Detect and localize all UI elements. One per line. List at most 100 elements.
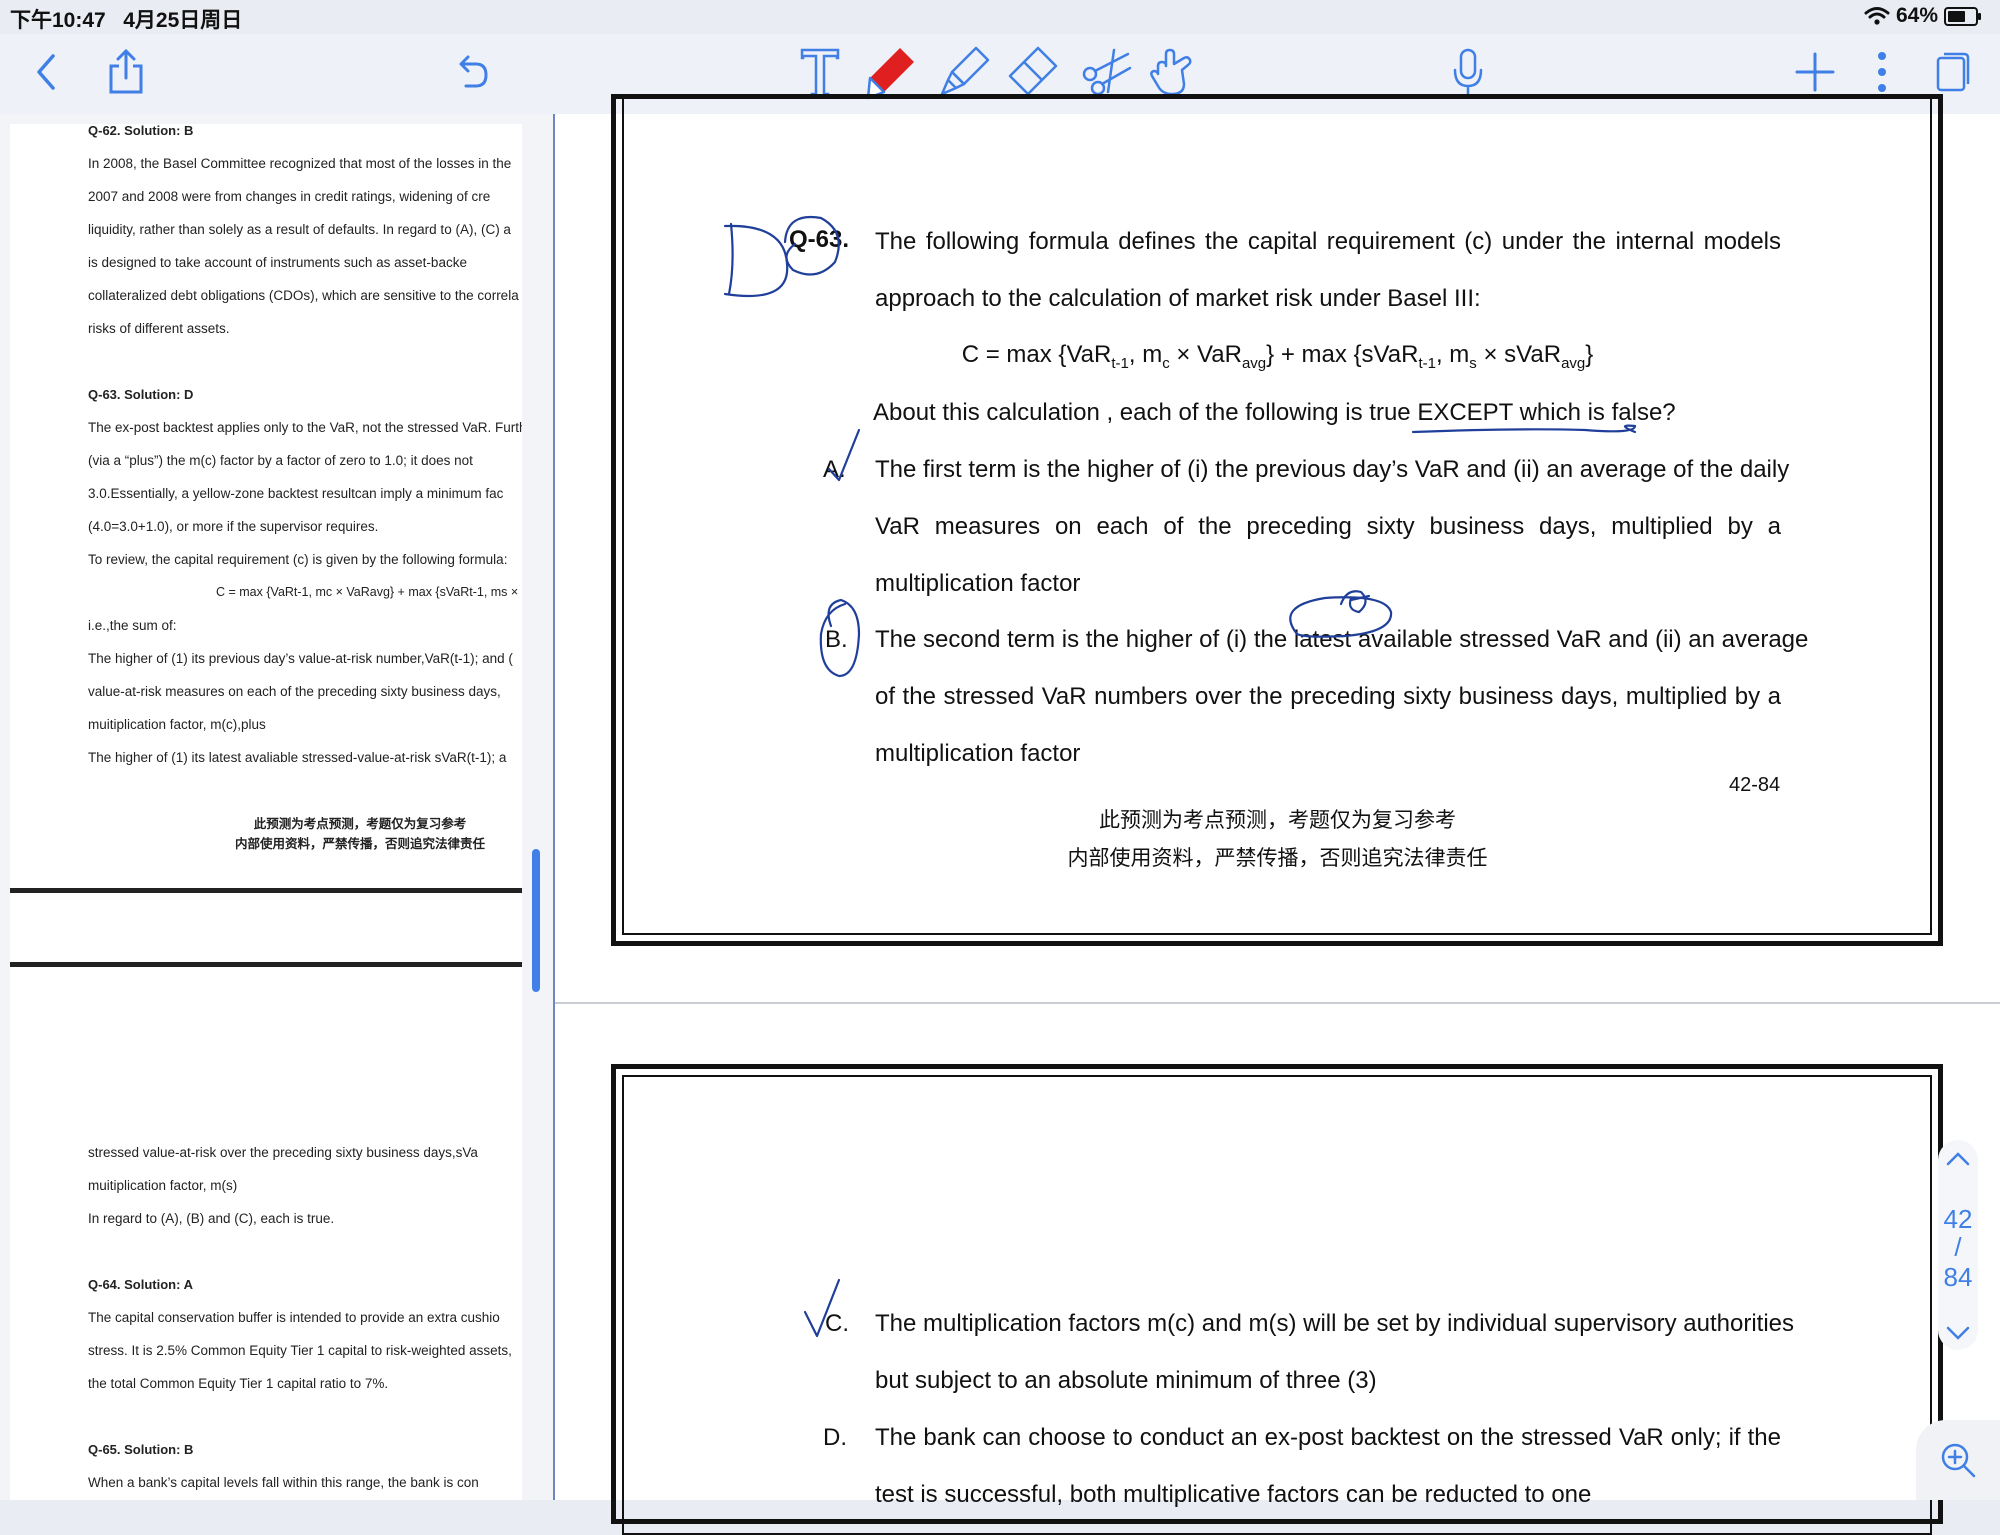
battery-icon — [1944, 6, 1981, 26]
formula-part: × VaR — [1169, 341, 1242, 368]
formula-part: , m — [1128, 341, 1163, 368]
highlighter-button[interactable] — [936, 44, 992, 100]
thumbnail-line: The capital conservation buffer is inten… — [88, 1310, 500, 1325]
option-d-line: The bank can choose to conduct an ex-pos… — [875, 1424, 1781, 1451]
share-button[interactable] — [98, 44, 154, 100]
formula-part: } + max {sVaR — [1266, 341, 1419, 368]
thumbnail-line: C = max {VaRt-1, mc × VaRavg} + max {sVa… — [216, 585, 522, 599]
question-stem-line: approach to the calculation of market ri… — [875, 285, 1481, 312]
status-time: 下午10:47 — [10, 9, 106, 32]
formula-sub: s — [1469, 354, 1477, 372]
thumbnail-gap — [88, 345, 522, 378]
footer-line: 内部使用资料，严禁传播，否则追究法律责任 — [1067, 847, 1488, 870]
hand-icon — [1150, 48, 1192, 96]
thumbnail-line: value-at-risk measures on each of the pr… — [88, 684, 501, 699]
thumbnail-line: The higher of (1) its latest avaliable s… — [88, 750, 507, 765]
microphone-icon — [1453, 48, 1483, 96]
thumbnail-heading: Q-65. Solution: B — [88, 1442, 194, 1457]
option-a-letter: A. — [823, 456, 846, 483]
microphone-button[interactable] — [1440, 44, 1496, 100]
thumbnail-gap — [88, 1400, 522, 1433]
highlighter-icon — [940, 46, 990, 96]
thumbnail-footer-line: 此预测为考点预测，考题仅为复习参考 — [253, 817, 467, 831]
undo-icon — [459, 55, 488, 88]
thumbnail-text: stressed value-at-risk over the precedin… — [88, 1136, 522, 1500]
thumbnail-footer: 此预测为考点预测，考题仅为复习参考 内部使用资料，严禁传播，否则追究法律责任 — [165, 814, 522, 854]
question-page: Q-63. The following formula defines the … — [555, 114, 2000, 1002]
zoom-button[interactable] — [1916, 1420, 2000, 1500]
current-page-number[interactable]: 42 — [1938, 1204, 1978, 1235]
prev-page-button[interactable] — [1946, 1150, 1970, 1171]
thumbnail-text: Q-62. Solution: B In 2008, the Basel Comm… — [88, 124, 522, 774]
pages-icon — [1936, 52, 1970, 92]
thumbnail-line: collateralized debt obligations (CDOs), … — [88, 288, 519, 303]
add-button[interactable] — [1787, 44, 1843, 100]
thumbnail-line: (4.0=3.0+1.0), or more if the supervisor… — [88, 519, 379, 534]
more-icon — [1878, 52, 1886, 92]
option-c-letter: C. — [825, 1310, 849, 1337]
thumbnail-line: muitiplication factor, m(c),plus — [88, 717, 266, 732]
total-page-number: 84 — [1943, 1262, 1973, 1292]
eraser-button[interactable] — [1004, 44, 1060, 100]
back-button[interactable] — [18, 44, 74, 100]
thumbnail-line: 3.0.Essentially, a yellow-zone backtest … — [88, 486, 504, 501]
option-d-line: test is successful, both multiplicative … — [875, 1481, 1592, 1508]
add-icon — [1795, 52, 1835, 92]
option-c-line: but subject to an absolute minimum of th… — [875, 1367, 1377, 1394]
status-bar: 下午10:47 4月25日周日 64% — [0, 0, 2000, 34]
thumbnail-line: The higher of (1) its previous day’s val… — [88, 651, 513, 666]
thumbnail-line: The ex-post backtest applies only to the… — [88, 420, 522, 435]
option-b-line: of the stressed VaR numbers over the pre… — [875, 683, 1781, 710]
scissors-icon — [1082, 48, 1132, 96]
question-prompt: About this calculation , each of the fol… — [873, 399, 1676, 426]
hand-tool-button[interactable] — [1144, 44, 1200, 100]
thumbnail-line: the total Common Equity Tier 1 capital r… — [88, 1376, 389, 1391]
thumbnail-heading: Q-64. Solution: A — [88, 1277, 193, 1292]
thumbnail-line: In 2008, the Basel Committee recognized … — [88, 156, 512, 171]
eraser-icon — [1008, 46, 1058, 96]
thumbnail-line: risks of different assets. — [88, 321, 230, 336]
next-page-button[interactable] — [1946, 1326, 1970, 1347]
thumbnail-line: When a bank’s capital levels fall within… — [88, 1475, 479, 1490]
page-thumbnail-sidebar[interactable]: Q-62. Solution: B In 2008, the Basel Comm… — [0, 114, 555, 1500]
formula-sub: avg — [1241, 354, 1267, 372]
formula-part: × sVaR — [1476, 341, 1562, 368]
thumbnail-heading: Q-63. Solution: D — [88, 387, 194, 402]
pages-button[interactable] — [1924, 44, 1980, 100]
option-b-line: The second term is the higher of (i) the… — [875, 626, 1809, 653]
footer-line: 此预测为考点预测，考题仅为复习参考 — [1099, 809, 1456, 832]
option-a-line: VaR measures on each of the preceding si… — [875, 513, 1781, 540]
option-d-letter: D. — [823, 1424, 847, 1451]
pen-tool-icon — [865, 48, 914, 100]
question-page: C. The multiplication factors m(c) and m… — [555, 1002, 2000, 1508]
thumbnail-line: 2007 and 2008 were from changes in credi… — [88, 189, 491, 204]
thumbnail-gap — [88, 1235, 522, 1268]
thumbnail-line: is designed to take account of instrumen… — [88, 255, 467, 270]
question-stem-line: The following formula defines the capita… — [875, 228, 1781, 255]
pen-tool-button[interactable] — [862, 44, 918, 100]
page-thumbnail[interactable]: Q-62. Solution: B In 2008, the Basel Comm… — [10, 124, 522, 1002]
option-c-line: The multiplication factors m(c) and m(s)… — [875, 1310, 1795, 1337]
formula-part: } — [1585, 341, 1594, 368]
page-thumbnail[interactable]: stressed value-at-risk over the precedin… — [10, 967, 522, 1500]
thumbnail-line: To review, the capital requirement (c) i… — [88, 552, 508, 567]
document-view[interactable]: Q-63. The following formula defines the … — [555, 94, 2000, 1535]
scissors-button[interactable] — [1078, 44, 1134, 100]
page-border — [10, 888, 522, 893]
thumbnail-line: In regard to (A), (B) and (C), each is t… — [88, 1211, 335, 1226]
page-label: 42-84 — [1729, 774, 1781, 796]
formula-sub: t-1 — [1111, 354, 1129, 372]
text-tool-button[interactable] — [792, 44, 848, 100]
sidebar-scrollbar[interactable] — [532, 849, 540, 992]
capital-formula: C = max {VaRt-1, mc × VaRavg} + max {sVa… — [555, 341, 2000, 372]
formula-part: , m — [1435, 341, 1470, 368]
status-indicators: 64% — [1864, 4, 1981, 28]
more-button[interactable] — [1854, 44, 1910, 100]
wifi-icon — [1864, 7, 1890, 25]
option-b-letter: B. — [825, 626, 848, 653]
chevron-up-icon — [1946, 1152, 1970, 1166]
page-separator-slash: / — [1954, 1232, 1962, 1262]
text-tool-icon — [800, 48, 840, 98]
undo-button[interactable] — [444, 44, 500, 100]
thumbnail-heading: Q-62. Solution: B — [88, 124, 194, 138]
